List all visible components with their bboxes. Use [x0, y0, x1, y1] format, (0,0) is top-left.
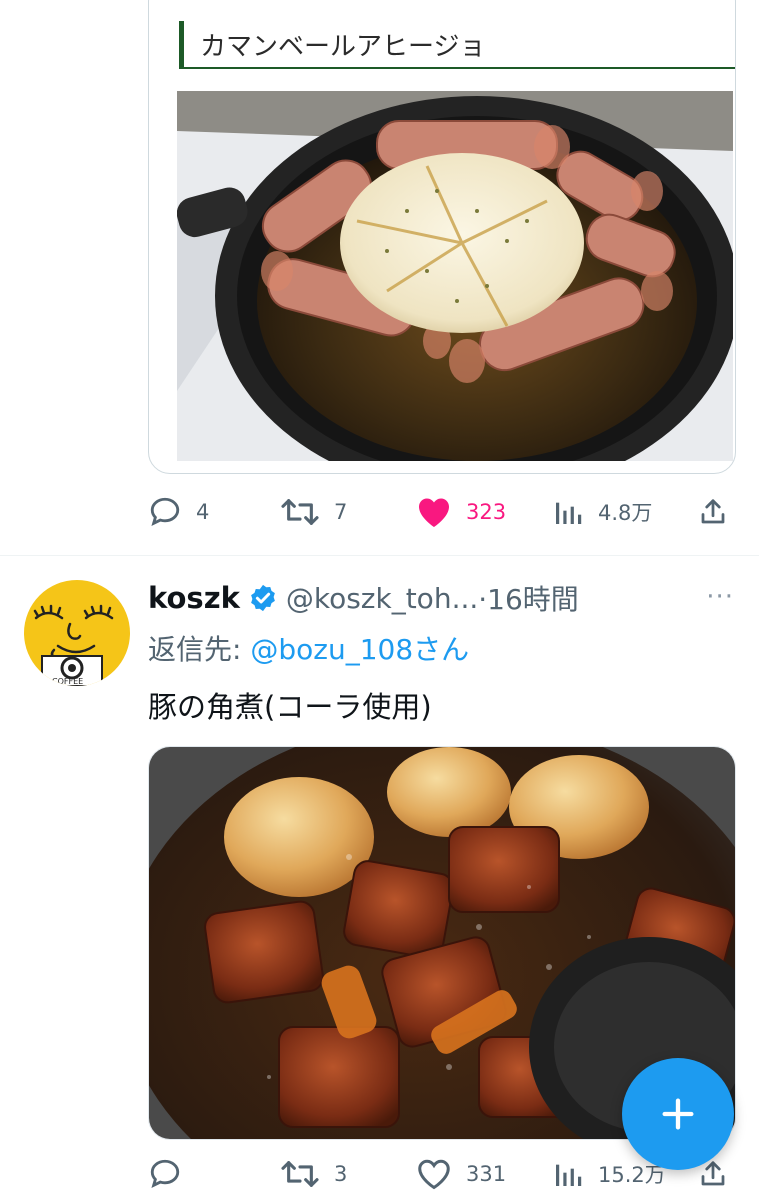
camembert-ajillo-image[interactable]: [177, 91, 733, 461]
reply-prefix: 返信先:: [148, 633, 251, 666]
tweet-header: koszk @koszk_toh... ·16時間 ···: [148, 578, 748, 618]
reply-icon: [150, 1159, 180, 1189]
views-chart-icon: [556, 502, 582, 524]
avatar[interactable]: COFFEE: [24, 580, 130, 686]
heart-outline-icon: [418, 1159, 450, 1190]
verified-badge-icon: [250, 584, 275, 612]
share-button[interactable]: [698, 494, 728, 530]
like-button[interactable]: 323: [416, 494, 506, 530]
like-count: 331: [466, 1162, 507, 1186]
quoted-card-title: カマンベールアヒージョ: [179, 21, 735, 69]
retweet-count: 3: [334, 1162, 348, 1186]
tweet-actions-1: 4 7 323 4.8万: [148, 488, 738, 536]
heart-filled-icon: [419, 498, 449, 527]
reply-button[interactable]: 4: [148, 494, 209, 530]
reply-context: 返信先: @bozu_108さん: [148, 628, 469, 668]
views-button[interactable]: 4.8万: [552, 494, 652, 530]
retweet-count: 7: [334, 500, 348, 524]
retweet-icon: [281, 1161, 319, 1187]
compose-tweet-button[interactable]: [622, 1058, 734, 1170]
quoted-tweet-card[interactable]: カマンベールアヒージョ: [148, 0, 736, 474]
svg-text:COFFEE: COFFEE: [52, 677, 83, 686]
more-options-icon[interactable]: ···: [706, 582, 734, 612]
views-count: 4.8万: [598, 501, 653, 525]
timestamp[interactable]: ·16時間: [478, 578, 579, 618]
tweet-text: 豚の角煮(コーラ使用): [148, 690, 432, 724]
retweet-icon: [281, 499, 319, 525]
retweet-button[interactable]: 7: [280, 494, 347, 530]
user-handle[interactable]: @koszk_toh...: [286, 582, 478, 615]
tweet-divider: [0, 555, 759, 556]
like-count: 323: [466, 500, 507, 524]
like-button[interactable]: 331: [416, 1156, 506, 1192]
reply-icon: [150, 497, 180, 527]
display-name[interactable]: koszk: [148, 581, 240, 615]
reply-button[interactable]: [148, 1156, 196, 1192]
reply-mention-link[interactable]: @bozu_108さん: [250, 633, 469, 666]
retweet-button[interactable]: 3: [280, 1156, 347, 1192]
reply-count: 4: [196, 500, 210, 524]
plus-icon: [662, 1098, 694, 1130]
views-chart-icon: [556, 1164, 582, 1186]
share-icon: [701, 499, 725, 524]
